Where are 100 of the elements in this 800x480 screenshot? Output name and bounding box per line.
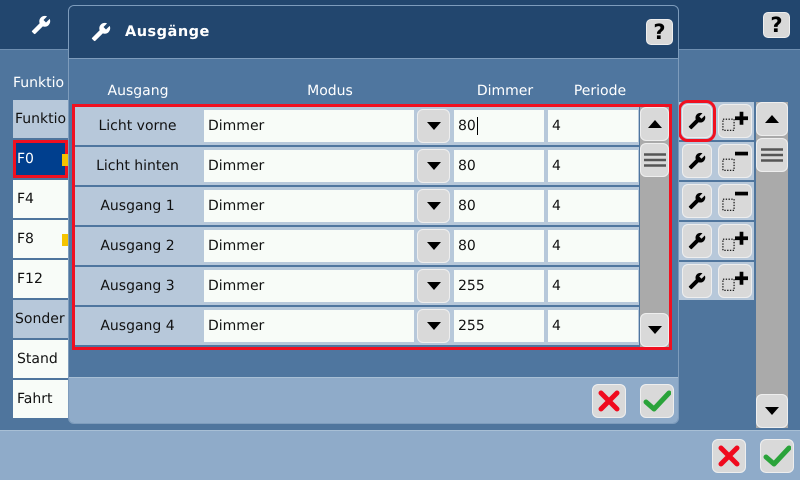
- mode-field[interactable]: Dimmer: [204, 110, 414, 142]
- arrow-down-icon: [426, 162, 440, 170]
- add-button[interactable]: [718, 104, 752, 138]
- list-item[interactable]: Fahrt: [13, 380, 68, 418]
- mode-field[interactable]: Dimmer: [204, 310, 414, 342]
- add-button[interactable]: [718, 224, 752, 258]
- arrow-down-icon: [648, 326, 662, 334]
- add-icon: [722, 269, 748, 293]
- period-field[interactable]: 4: [548, 110, 638, 142]
- column-header: Periode: [572, 83, 628, 99]
- list-item[interactable]: F8: [13, 220, 68, 258]
- ok-button[interactable]: [760, 438, 794, 472]
- output-name: Licht hinten: [95, 158, 180, 174]
- period-field[interactable]: 4: [548, 230, 638, 262]
- arrow-down-icon: [426, 122, 440, 130]
- wrench-icon: [688, 152, 706, 170]
- output-name: Ausgang 3: [99, 278, 176, 294]
- arrow-down-icon: [765, 407, 779, 415]
- arrow-down-icon: [426, 282, 440, 290]
- remove-icon: [722, 149, 748, 173]
- item-label: F12: [17, 271, 43, 287]
- item-label: Fahrt: [17, 391, 52, 407]
- list-item[interactable]: Stand: [13, 340, 68, 378]
- wrench-icon: [688, 192, 706, 210]
- grip-icon: [761, 148, 783, 162]
- remove-button[interactable]: [718, 184, 752, 218]
- dialog-title: Ausgänge: [125, 24, 210, 40]
- brightness-field[interactable]: 255: [454, 270, 544, 302]
- add-button[interactable]: [718, 264, 752, 298]
- checkmark-icon: [643, 390, 671, 412]
- wrench-icon: [688, 232, 706, 250]
- item-label: F0: [17, 151, 34, 167]
- wrench-icon: [688, 112, 706, 130]
- period-field[interactable]: 4: [548, 310, 638, 342]
- output-name: Licht vorne: [97, 118, 178, 134]
- arrow-down-icon: [426, 322, 440, 330]
- scroll-down-button[interactable]: [640, 313, 669, 347]
- cancel-button[interactable]: [592, 384, 626, 418]
- brightness-field[interactable]: 80: [454, 190, 544, 222]
- dropdown-button[interactable]: [417, 109, 450, 143]
- wrench-icon: [31, 14, 51, 34]
- output-name: Ausgang 1: [99, 198, 176, 214]
- close-icon: [597, 388, 621, 412]
- period-field[interactable]: 4: [548, 190, 638, 222]
- brightness-field[interactable]: 80: [454, 230, 544, 262]
- mode-field[interactable]: Dimmer: [204, 150, 414, 182]
- wrench-icon: [688, 272, 706, 290]
- dropdown-button[interactable]: [417, 149, 450, 183]
- remove-icon: [722, 189, 748, 213]
- mode-field[interactable]: Dimmer: [204, 270, 414, 302]
- scrollbar[interactable]: [640, 107, 669, 347]
- item-label: Stand: [17, 351, 58, 367]
- list-item[interactable]: F0: [13, 140, 68, 178]
- grip-icon: [644, 153, 666, 167]
- output-name: Ausgang 4: [99, 318, 176, 334]
- list-item[interactable]: F12: [13, 260, 68, 298]
- scroll-down-button[interactable]: [756, 394, 788, 428]
- period-field[interactable]: 4: [548, 150, 638, 182]
- list-item[interactable]: F4: [13, 180, 68, 218]
- dropdown-button[interactable]: [417, 269, 450, 303]
- scrollbar[interactable]: [756, 102, 788, 428]
- edit-button[interactable]: [682, 224, 712, 258]
- checkmark-icon: [763, 444, 791, 466]
- section-label: Funktio: [13, 74, 66, 93]
- remove-button[interactable]: [718, 144, 752, 178]
- arrow-down-icon: [426, 202, 440, 210]
- scroll-up-button[interactable]: [756, 102, 788, 136]
- output-name: Ausgang 2: [99, 238, 176, 254]
- help-button[interactable]: ?: [763, 12, 790, 38]
- period-field[interactable]: 4: [548, 270, 638, 302]
- dropdown-button[interactable]: [417, 309, 450, 343]
- column-header: Modus: [306, 83, 354, 99]
- dropdown-button[interactable]: [417, 229, 450, 263]
- edit-button[interactable]: [682, 144, 712, 178]
- item-label: Funktio: [15, 111, 66, 127]
- mode-field[interactable]: Dimmer: [204, 230, 414, 262]
- item-label: F8: [17, 231, 34, 247]
- arrow-down-icon: [426, 242, 440, 250]
- arrow-up-icon: [765, 115, 779, 123]
- column-header: Ausgang: [106, 83, 170, 99]
- cancel-button[interactable]: [712, 438, 746, 472]
- add-icon: [722, 109, 748, 133]
- edit-button[interactable]: [682, 184, 712, 218]
- item-label: F4: [17, 191, 34, 207]
- mode-field[interactable]: Dimmer: [204, 190, 414, 222]
- help-button[interactable]: ?: [646, 19, 673, 45]
- brightness-field[interactable]: 80: [454, 110, 544, 142]
- dropdown-button[interactable]: [417, 189, 450, 223]
- brightness-field[interactable]: 255: [454, 310, 544, 342]
- wrench-icon: [91, 22, 111, 42]
- edit-button[interactable]: [682, 264, 712, 298]
- scroll-up-button[interactable]: [640, 107, 669, 141]
- add-icon: [722, 229, 748, 253]
- brightness-field[interactable]: 80: [454, 150, 544, 182]
- close-icon: [717, 444, 741, 468]
- item-label: Sonder: [15, 311, 65, 327]
- column-header: Dimmer: [476, 83, 534, 99]
- ok-button[interactable]: [640, 384, 674, 418]
- scroll-thumb[interactable]: [640, 143, 669, 177]
- scroll-thumb[interactable]: [756, 138, 788, 172]
